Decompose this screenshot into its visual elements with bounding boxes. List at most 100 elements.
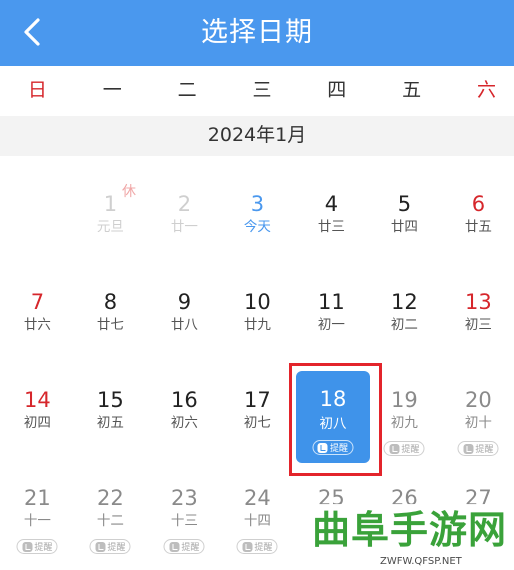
day-number: 2: [177, 192, 192, 216]
day-number: 19: [391, 388, 418, 412]
calendar-day[interactable]: 21 十一提醒: [0, 450, 75, 554]
remind-button[interactable]: 提醒: [312, 440, 354, 455]
weekday-mon: 一: [102, 79, 122, 101]
lunar-date: 初八: [319, 416, 347, 432]
calendar-day[interactable]: 12 初二: [367, 254, 442, 352]
watermark-brand: 曲阜手游网: [312, 508, 508, 552]
lunar-date: 初五: [96, 415, 124, 431]
weekday-tue: 二: [177, 79, 197, 101]
day-number: 12: [391, 290, 418, 314]
page-title: 选择日期: [201, 17, 313, 48]
day-number: 1: [103, 192, 118, 216]
lunar-date: 今天: [243, 219, 271, 235]
day-number: 9: [177, 290, 192, 314]
day-number: 15: [97, 388, 124, 412]
day-number: 24: [244, 486, 271, 510]
weekday-wed: 三: [252, 79, 272, 101]
lunar-date: 廿七: [96, 317, 124, 333]
remind-button[interactable]: 提醒: [236, 539, 278, 554]
holiday-badge: 休: [122, 184, 136, 200]
lunar-date: 十一: [23, 513, 51, 529]
calendar-day[interactable]: 3 今天: [220, 156, 295, 254]
top-bar: 选择日期: [0, 0, 514, 66]
remind-label: 提醒: [254, 543, 273, 553]
day-number: 18: [319, 387, 347, 411]
lunar-date: 初六: [170, 415, 198, 431]
day-number: 7: [30, 290, 45, 314]
calendar-day[interactable]: 14 初四: [0, 352, 75, 450]
calendar-day[interactable]: 20 初十 提醒: [441, 352, 514, 456]
calendar-day[interactable]: 16 初六: [147, 352, 222, 450]
watermark: 曲阜手游网 ZWFW.QFSP.NET: [306, 504, 514, 570]
lunar-date: 廿四: [390, 219, 418, 235]
day-number: 13: [465, 290, 492, 314]
calendar-day[interactable]: 24 十四提醒: [220, 450, 295, 554]
alarm-clock-icon: [317, 442, 328, 453]
calendar-day[interactable]: 13 初三: [441, 254, 514, 352]
calendar-day[interactable]: 11 初一: [294, 254, 369, 352]
lunar-date: 廿六: [23, 317, 51, 333]
calendar-day[interactable]: 23 十三提醒: [147, 450, 222, 554]
day-number: 14: [24, 388, 51, 412]
lunar-date: 初七: [243, 415, 271, 431]
weekday-sat: 六: [476, 79, 496, 101]
remind-label: 提醒: [329, 444, 348, 454]
day-number: 17: [244, 388, 271, 412]
lunar-date: 廿一: [170, 219, 198, 235]
calendar-day[interactable]: 10 廿九: [220, 254, 295, 352]
alarm-clock-icon: [169, 541, 180, 552]
calendar-day[interactable]: 7 廿六: [0, 254, 75, 352]
lunar-date: 初一: [317, 317, 345, 333]
day-number: 4: [324, 192, 339, 216]
weekday-thu: 四: [327, 79, 347, 101]
lunar-date: 初九: [390, 415, 418, 431]
weekday-header: 日 一 二 三 四 五 六: [0, 66, 514, 116]
lunar-date: 初四: [23, 415, 51, 431]
calendar-day[interactable]: 9 廿八: [147, 254, 222, 352]
day-number: 3: [250, 192, 265, 216]
calendar-day[interactable]: 2 廿一: [147, 156, 222, 254]
day-number: 16: [171, 388, 198, 412]
lunar-date: 初十: [464, 415, 492, 431]
day-number: 21: [24, 486, 51, 510]
lunar-date: 十四: [243, 513, 271, 529]
calendar-day[interactable]: 6 廿五: [441, 156, 514, 254]
calendar-day[interactable]: 19 初九 提醒: [367, 352, 442, 456]
alarm-clock-icon: [242, 541, 253, 552]
lunar-date: 廿九: [243, 317, 271, 333]
calendar-day[interactable]: 1 元旦 休: [73, 156, 148, 254]
lunar-date: 元旦: [96, 219, 124, 235]
day-number: 23: [171, 486, 198, 510]
day-number: 5: [397, 192, 412, 216]
lunar-date: 廿三: [317, 219, 345, 235]
day-number: 20: [465, 388, 492, 412]
weekday-sun: 日: [27, 79, 47, 101]
day-number: 22: [97, 486, 124, 510]
lunar-date: 十三: [170, 513, 198, 529]
remind-label: 提醒: [107, 543, 126, 553]
lunar-date: 廿五: [464, 219, 492, 235]
day-number: 8: [103, 290, 118, 314]
watermark-url: ZWFW.QFSP.NET: [380, 556, 462, 567]
calendar-day[interactable]: 15 初五: [73, 352, 148, 450]
remind-button[interactable]: 提醒: [16, 539, 58, 554]
day-number: 10: [244, 290, 271, 314]
remind-label: 提醒: [34, 543, 53, 553]
lunar-date: 十二: [96, 513, 124, 529]
day-number: 6: [471, 192, 486, 216]
calendar-day-selected[interactable]: 18 初八提醒: [296, 371, 370, 463]
calendar-day[interactable]: 17 初七: [220, 352, 295, 450]
lunar-date: 廿八: [170, 317, 198, 333]
calendar-day[interactable]: 4 廿三: [294, 156, 369, 254]
remind-button[interactable]: 提醒: [163, 539, 205, 554]
lunar-date: 初三: [464, 317, 492, 333]
weekday-fri: 五: [402, 79, 422, 101]
lunar-date: 初二: [390, 317, 418, 333]
month-label: 2024年1月: [0, 116, 514, 156]
calendar-day[interactable]: 8 廿七: [73, 254, 148, 352]
day-number: 11: [318, 290, 345, 314]
calendar-day[interactable]: 5 廿四: [367, 156, 442, 254]
remind-button[interactable]: 提醒: [89, 539, 131, 554]
calendar-day[interactable]: 22 十二提醒: [73, 450, 148, 554]
remind-label: 提醒: [181, 543, 200, 553]
